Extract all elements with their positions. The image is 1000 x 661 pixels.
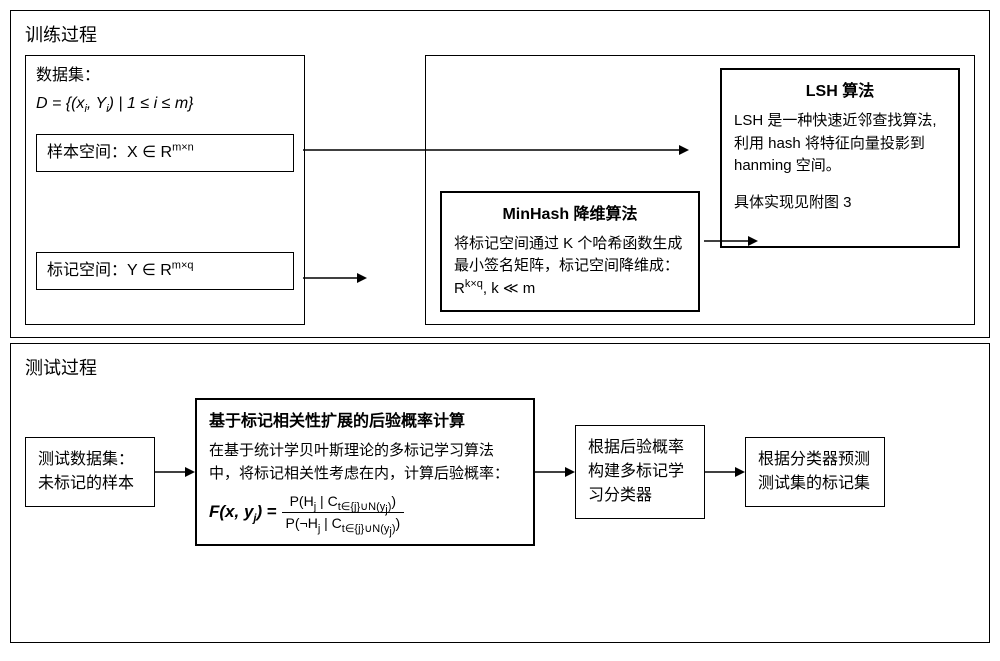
sample-space-box: 样本空间：X ∈ Rm×n — [36, 134, 294, 172]
dataset-formula: D = {(xi, Yi) | 1 ≤ i ≤ m} — [36, 92, 294, 116]
arrow-test2 — [535, 465, 575, 479]
training-section: 训练过程 数据集： D = {(xi, Yi) | 1 ≤ i ≤ m} 样本空… — [10, 10, 990, 338]
lsh-body2: 具体实现见附图 3 — [734, 192, 946, 215]
testing-title: 测试过程 — [25, 354, 975, 380]
lsh-title: LSH 算法 — [734, 80, 946, 104]
classifier-box: 根据后验概率构建多标记学习分类器 — [575, 425, 705, 519]
arrow-sample-to-lsh — [303, 143, 689, 157]
posterior-title: 基于标记相关性扩展的后验概率计算 — [209, 410, 521, 434]
train-left-column: 数据集： D = {(xi, Yi) | 1 ≤ i ≤ m} 样本空间：X ∈… — [25, 55, 305, 325]
dataset-box: 数据集： D = {(xi, Yi) | 1 ≤ i ≤ m} 样本空间：X ∈… — [25, 55, 305, 325]
testing-section: 测试过程 测试数据集： 未标记的样本 基于标记相关性扩展的后验概率计算 在基于统… — [10, 343, 990, 643]
minhash-title: MinHash 降维算法 — [454, 203, 686, 227]
test-dataset-line1: 测试数据集： — [38, 448, 142, 472]
test-dataset-line2: 未标记的样本 — [38, 472, 142, 496]
posterior-formula: F(x, yj) = P(Hj | Ct∈{j}∪N(yj)) P(¬Hj | … — [209, 491, 521, 534]
minhash-box: MinHash 降维算法 将标记空间通过 K 个哈希函数生成最小签名矩阵，标记空… — [440, 191, 700, 313]
minhash-body1: 将标记空间通过 K 个哈希函数生成最小签名矩阵，标记空间降维成：Rk×q, k … — [454, 233, 686, 301]
arrow-label-to-minhash — [303, 271, 367, 285]
posterior-box: 基于标记相关性扩展的后验概率计算 在基于统计学贝叶斯理论的多标记学习算法中，将标… — [195, 398, 535, 546]
predict-box: 根据分类器预测测试集的标记集 — [745, 437, 885, 507]
arrow-test1 — [155, 465, 195, 479]
lsh-box: LSH 算法 LSH 是一种快速近邻查找算法,利用 hash 将特征向量投影到 … — [720, 68, 960, 248]
label-space-box: 标记空间：Y ∈ Rm×q — [36, 252, 294, 290]
arrow-minhash-to-lsh — [704, 234, 758, 248]
posterior-body: 在基于统计学贝叶斯理论的多标记学习算法中，将标记相关性考虑在内，计算后验概率： — [209, 440, 521, 485]
training-title: 训练过程 — [25, 21, 975, 47]
test-dataset-box: 测试数据集： 未标记的样本 — [25, 437, 155, 507]
arrow-test3 — [705, 465, 745, 479]
lsh-body1: LSH 是一种快速近邻查找算法,利用 hash 将特征向量投影到 hanming… — [734, 110, 946, 178]
dataset-label: 数据集： — [36, 64, 294, 88]
training-right-panel: LSH 算法 LSH 是一种快速近邻查找算法,利用 hash 将特征向量投影到 … — [425, 55, 975, 325]
